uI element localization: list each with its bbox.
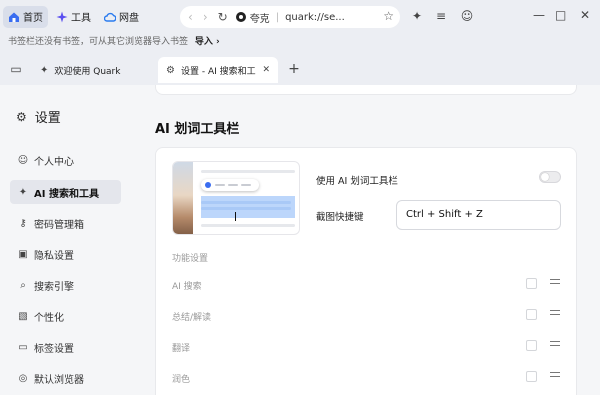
- welcome-icon: ✦: [40, 64, 49, 76]
- sidebar-item-personalize[interactable]: ▧ 个性化: [10, 304, 121, 328]
- tab-close-icon[interactable]: ✕: [262, 65, 270, 75]
- tools-label: 工具: [71, 13, 91, 24]
- url-text[interactable]: quark://se...: [285, 12, 345, 23]
- ai-toolbar-card: 使用 AI 划词工具栏 截图快捷键 Ctrl + Shift + Z 功能设置 …: [155, 147, 577, 395]
- previous-card: [155, 85, 577, 95]
- settings-title: ⚙ 设置: [16, 109, 61, 127]
- drive-label: 网盘: [119, 13, 139, 24]
- cloud-icon: [104, 12, 116, 22]
- settings-main: AI 划词工具栏 使用 AI 划词工具栏 截图快捷键 Ctrl + Shift …: [155, 85, 577, 395]
- function-checkbox[interactable]: [526, 371, 537, 382]
- shortcut-input[interactable]: Ctrl + Shift + Z: [396, 200, 561, 230]
- preview-toolbar-bubble: [201, 179, 259, 191]
- menu-list-icon[interactable]: ≡: [434, 9, 448, 23]
- maximize-icon[interactable]: □: [555, 8, 566, 22]
- extensions-icon[interactable]: ✦: [410, 9, 424, 23]
- personalize-icon: ▧: [18, 310, 28, 322]
- function-checkbox[interactable]: [526, 278, 537, 289]
- new-tab-icon[interactable]: +: [287, 62, 301, 76]
- tools-icon: [56, 11, 68, 22]
- back-arrow-icon[interactable]: ‹: [188, 10, 193, 24]
- preview-bubble-bar: [228, 184, 238, 186]
- drag-handle-icon[interactable]: [550, 279, 560, 287]
- preview-caret: [235, 212, 236, 221]
- toolbar-toggle-label: 使用 AI 划词工具栏: [316, 176, 398, 187]
- function-row-ai-search: AI 搜索: [172, 277, 562, 295]
- address-separator: |: [275, 11, 280, 23]
- drive-button[interactable]: 网盘: [99, 6, 144, 28]
- sidebar-item-tabs[interactable]: ▭ 标签设置: [10, 335, 121, 359]
- search-icon: ⌕: [20, 279, 26, 291]
- function-label: 翻译: [172, 344, 191, 354]
- preview-landscape: [173, 162, 193, 234]
- sidebar-item-passwords[interactable]: ⚷ 密码管理箱: [10, 211, 121, 235]
- functions-label: 功能设置: [172, 254, 209, 264]
- import-bookmarks-link[interactable]: 导入 ›: [195, 37, 220, 47]
- gear-icon: ⚙: [166, 64, 175, 76]
- person-icon: ☺: [17, 154, 29, 166]
- preview-text-line: [201, 170, 295, 173]
- sidebar-item-privacy[interactable]: ▣ 隐私设置: [10, 242, 121, 266]
- compass-icon: ◎: [18, 372, 28, 384]
- sidebar-item-ai-search[interactable]: ✦ AI 搜索和工具: [10, 180, 121, 204]
- tab-strip: ▭ ✦ 欢迎使用 Quark ⚙ 设置 - AI 搜索和工具 ✕ +: [0, 53, 600, 85]
- drag-handle-icon[interactable]: [550, 310, 560, 318]
- preview-ai-dot: [205, 182, 211, 188]
- site-info[interactable]: 夸克: [235, 10, 270, 25]
- browser-top-bar: 首页 工具 网盘 ‹ › ↻ 夸克 | quark://se... ☆ ✦ ≡ …: [0, 0, 600, 33]
- settings-gear-icon: ⚙: [16, 109, 27, 124]
- home-label: 首页: [23, 13, 43, 24]
- forward-arrow-icon[interactable]: ›: [203, 10, 208, 24]
- sidebar-item-profile[interactable]: ☺ 个人中心: [10, 148, 121, 172]
- account-icon[interactable]: ☺: [460, 9, 474, 23]
- function-row-translate: 翻译: [172, 339, 562, 357]
- function-label: 润色: [172, 375, 191, 385]
- tools-button[interactable]: 工具: [51, 6, 96, 28]
- address-bar[interactable]: ‹ › ↻ 夸克 | quark://se... ☆: [180, 6, 400, 28]
- preview-bubble-bar: [215, 184, 225, 186]
- quark-logo-icon: [235, 12, 246, 22]
- toolbar-preview-image: [172, 161, 300, 235]
- function-label: 总结/解读: [172, 313, 212, 323]
- tab-overview-icon[interactable]: ▭: [9, 62, 23, 76]
- function-row-polish: 润色: [172, 370, 562, 388]
- drag-handle-icon[interactable]: [550, 341, 560, 349]
- sidebar-item-search-engine[interactable]: ⌕ 搜索引擎: [10, 273, 121, 297]
- bookmark-bar: 书签栏还没有书签，可从其它浏览器导入书签 导入 ›: [0, 33, 600, 53]
- key-icon: ⚷: [19, 217, 27, 229]
- home-icon: [9, 12, 19, 22]
- section-title: AI 划词工具栏: [155, 122, 240, 137]
- reload-icon[interactable]: ↻: [218, 10, 228, 24]
- close-window-icon[interactable]: ✕: [580, 8, 590, 22]
- sparkle-icon: ✦: [18, 186, 28, 198]
- function-row-summary: 总结/解读: [172, 308, 562, 326]
- drag-handle-icon[interactable]: [550, 372, 560, 380]
- lock-icon: ▣: [18, 248, 28, 260]
- preview-text-line: [201, 224, 295, 227]
- tab-welcome[interactable]: ✦ 欢迎使用 Quark: [32, 57, 128, 83]
- function-label: AI 搜索: [172, 282, 202, 292]
- tab-settings[interactable]: ⚙ 设置 - AI 搜索和工具 ✕: [158, 57, 278, 83]
- bookmark-star-icon[interactable]: ☆: [383, 9, 394, 23]
- settings-sidebar: ⚙ 设置 ☺ 个人中心 ✦ AI 搜索和工具 ⚷ 密码管理箱 ▣ 隐私设置 ⌕ …: [0, 85, 135, 395]
- bookmark-empty-message: 书签栏还没有书签，可从其它浏览器导入书签: [8, 37, 189, 47]
- function-checkbox[interactable]: [526, 340, 537, 351]
- toolbar-toggle[interactable]: [539, 171, 561, 183]
- settings-page: ⚙ 设置 ☺ 个人中心 ✦ AI 搜索和工具 ⚷ 密码管理箱 ▣ 隐私设置 ⌕ …: [0, 85, 600, 395]
- site-name: 夸克: [249, 13, 270, 25]
- preview-text-line: [201, 201, 291, 204]
- tab-welcome-label: 欢迎使用 Quark: [54, 66, 121, 77]
- preview-bubble-bar: [241, 184, 251, 186]
- tab-settings-label: 设置 - AI 搜索和工具: [180, 66, 257, 77]
- sidebar-item-default-browser[interactable]: ◎ 默认浏览器: [10, 366, 121, 390]
- shortcut-label: 截图快捷键: [316, 212, 364, 223]
- function-checkbox[interactable]: [526, 309, 537, 320]
- preview-text-line: [201, 207, 291, 210]
- home-button[interactable]: 首页: [3, 5, 48, 28]
- tab-icon: ▭: [18, 341, 28, 353]
- minimize-icon[interactable]: —: [533, 8, 545, 22]
